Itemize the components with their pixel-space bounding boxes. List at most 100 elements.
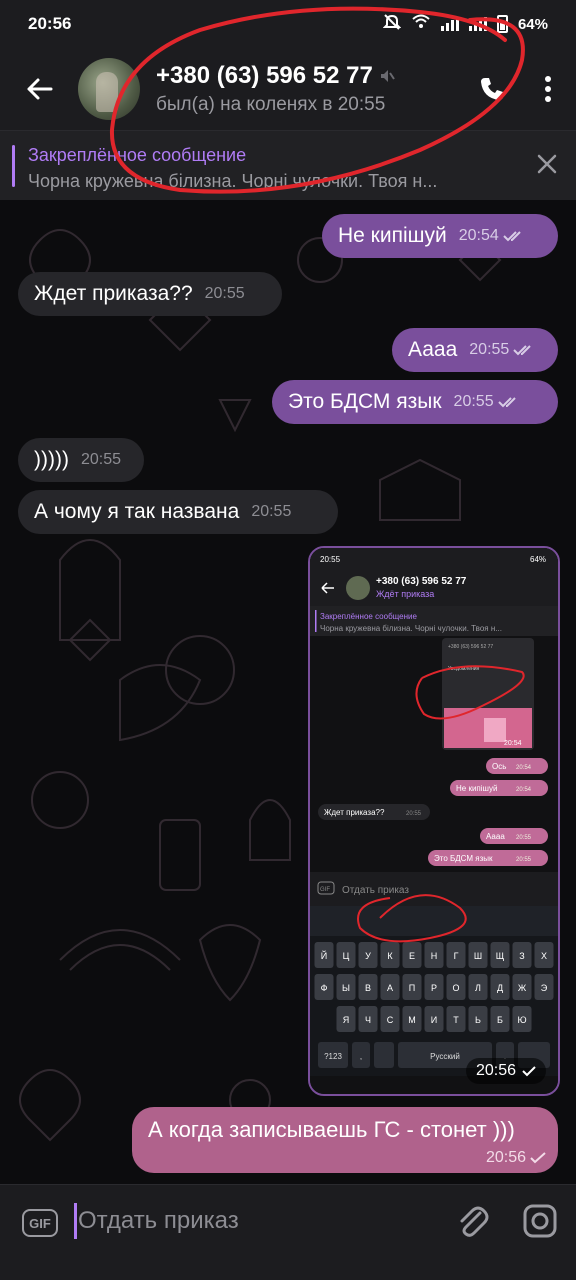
more-menu-button[interactable] — [520, 48, 576, 130]
pinned-accent-bar — [12, 145, 15, 187]
embedded-message: Не кипішуй — [456, 784, 497, 793]
embedded-message-time: 20:55 — [516, 857, 532, 863]
wifi-icon — [411, 14, 431, 34]
embedded-key-label: П — [409, 983, 415, 993]
embedded-key-label: Ь — [475, 1015, 481, 1025]
phone-icon — [481, 78, 503, 100]
photo-message[interactable]: 20:55 64% +380 (63) 596 52 77 Ждёт прика… — [308, 546, 560, 1096]
message-time: 20:55 — [204, 285, 245, 302]
back-button[interactable] — [0, 48, 78, 130]
camera-icon — [523, 1204, 557, 1238]
embedded-key-label: Г — [454, 951, 459, 961]
embedded-key-label: Ц — [343, 951, 350, 961]
photo-time-badge: 20:56 — [465, 1058, 546, 1084]
call-button[interactable] — [464, 48, 520, 130]
message-bubble-out[interactable]: Это БДСМ язык 20:55 — [272, 380, 558, 424]
avatar[interactable] — [78, 58, 140, 120]
message-text: Не кипішуй — [338, 224, 447, 247]
back-arrow-icon — [27, 78, 53, 100]
embedded-key-label: Д — [497, 983, 503, 993]
message-composer: GIF Отдать приказ — [0, 1184, 576, 1280]
embedded-key-label: Х — [541, 951, 547, 961]
message-text: А когда записываешь ГС - стонет ))) — [148, 1117, 515, 1142]
message-bubble-in[interactable]: А чому я так названа 20:55 — [18, 490, 338, 534]
signal-icon-2 — [468, 17, 487, 31]
mute-icon — [382, 13, 402, 35]
message-text: А чому я так названа — [34, 500, 240, 523]
paperclip-icon — [460, 1206, 489, 1237]
embedded-key-label: К — [387, 951, 393, 961]
embedded-key-label: И — [431, 1015, 437, 1025]
embedded-thumb-time: 20:54 — [504, 740, 522, 747]
close-pinned-button[interactable] — [536, 153, 558, 180]
embedded-message-time: 20:54 — [516, 787, 532, 793]
check-icon — [522, 1066, 536, 1077]
contact-status: был(а) на коленях в 20:55 — [156, 94, 386, 115]
message-time: 20:55 — [251, 503, 292, 520]
contact-name: +380 (63) 596 52 77 — [156, 62, 373, 89]
embedded-input-placeholder: Отдать приказ — [342, 885, 409, 896]
embedded-subtitle: Ждёт приказа — [376, 589, 434, 599]
pinned-text: Чорна кружевна білизна. Чорні чулочки. Т… — [28, 171, 438, 191]
double-check-icon — [503, 231, 521, 242]
battery-icon — [496, 15, 508, 33]
message-time: 20:56 — [485, 1149, 526, 1166]
chat-info[interactable]: +380 (63) 596 52 77 был(а) на коленях в … — [156, 62, 464, 116]
chat-area[interactable]: Не кипішуй 20:54 Ждет приказа?? 20:55 Аа… — [0, 200, 576, 1184]
embedded-pinned-title: Закреплённое сообщение — [320, 612, 417, 621]
more-vertical-icon — [545, 76, 551, 102]
embedded-key — [374, 1042, 394, 1068]
embedded-key-label: Ш — [474, 951, 482, 961]
message-time: 20:55 — [469, 341, 510, 358]
embedded-key-label: Т — [453, 1015, 459, 1025]
chat-header: +380 (63) 596 52 77 был(а) на коленях в … — [0, 48, 576, 130]
embedded-message-time: 20:54 — [516, 765, 532, 771]
gif-button[interactable]: GIF — [22, 1209, 58, 1237]
embedded-battery: 64% — [530, 555, 546, 564]
attach-button[interactable] — [452, 1201, 492, 1246]
message-bubble-in[interactable]: ))))) 20:55 — [18, 438, 144, 482]
embedded-key-label: Ф — [321, 983, 328, 993]
embedded-gif-label: GIF — [320, 887, 330, 893]
embedded-title: +380 (63) 596 52 77 — [376, 576, 467, 587]
status-time: 20:56 — [28, 14, 72, 33]
message-bubble-in[interactable]: Ждет приказа?? 20:55 — [18, 272, 282, 316]
message-text: Ждет приказа?? — [34, 282, 193, 305]
pinned-message[interactable]: Закреплённое сообщение Чорна кружевна бі… — [0, 130, 576, 200]
embedded-key-label: С — [387, 1015, 394, 1025]
check-icon — [530, 1152, 546, 1164]
embedded-message: Это БДСМ язык — [434, 854, 493, 863]
embedded-message: Ждет приказа?? — [324, 808, 385, 817]
embedded-key-label: Э — [541, 983, 548, 993]
embedded-key-label: Б — [497, 1015, 503, 1025]
message-bubble-out[interactable]: Не кипішуй 20:54 — [322, 214, 558, 258]
embedded-key-label: Е — [409, 951, 415, 961]
embedded-key-label: Русский — [430, 1052, 460, 1061]
message-time: 20:56 — [475, 1062, 516, 1079]
embedded-key-label: Й — [321, 950, 327, 961]
message-text: Аааа — [408, 338, 458, 361]
text-cursor — [74, 1203, 77, 1239]
double-check-icon — [497, 397, 516, 408]
embedded-status-time: 20:55 — [320, 555, 341, 564]
message-text: Это БДСМ язык — [288, 390, 442, 413]
embedded-key-label: Р — [431, 983, 437, 993]
embedded-key-label: Ы — [342, 983, 350, 993]
embedded-key-label: З — [519, 951, 524, 961]
double-check-icon — [513, 345, 532, 356]
message-input[interactable]: Отдать приказ — [78, 1207, 239, 1235]
embedded-key-label: Ж — [518, 983, 527, 993]
camera-button[interactable] — [520, 1201, 560, 1246]
message-bubble-out[interactable]: А когда записываешь ГС - стонет ))) 20:5… — [132, 1107, 558, 1173]
embedded-key-label: Щ — [496, 951, 505, 961]
status-bar: 20:56 64% — [0, 0, 576, 48]
embedded-key-label: Л — [475, 983, 481, 993]
embedded-key-label: У — [365, 951, 371, 961]
embedded-key-label: В — [365, 983, 371, 993]
embedded-key-label: , — [360, 1052, 362, 1061]
signal-icon — [440, 17, 459, 31]
close-icon — [537, 154, 557, 174]
message-bubble-out[interactable]: Аааа 20:55 — [392, 328, 558, 372]
message-time: 20:55 — [80, 451, 122, 468]
embedded-key-label: М — [408, 1015, 416, 1025]
